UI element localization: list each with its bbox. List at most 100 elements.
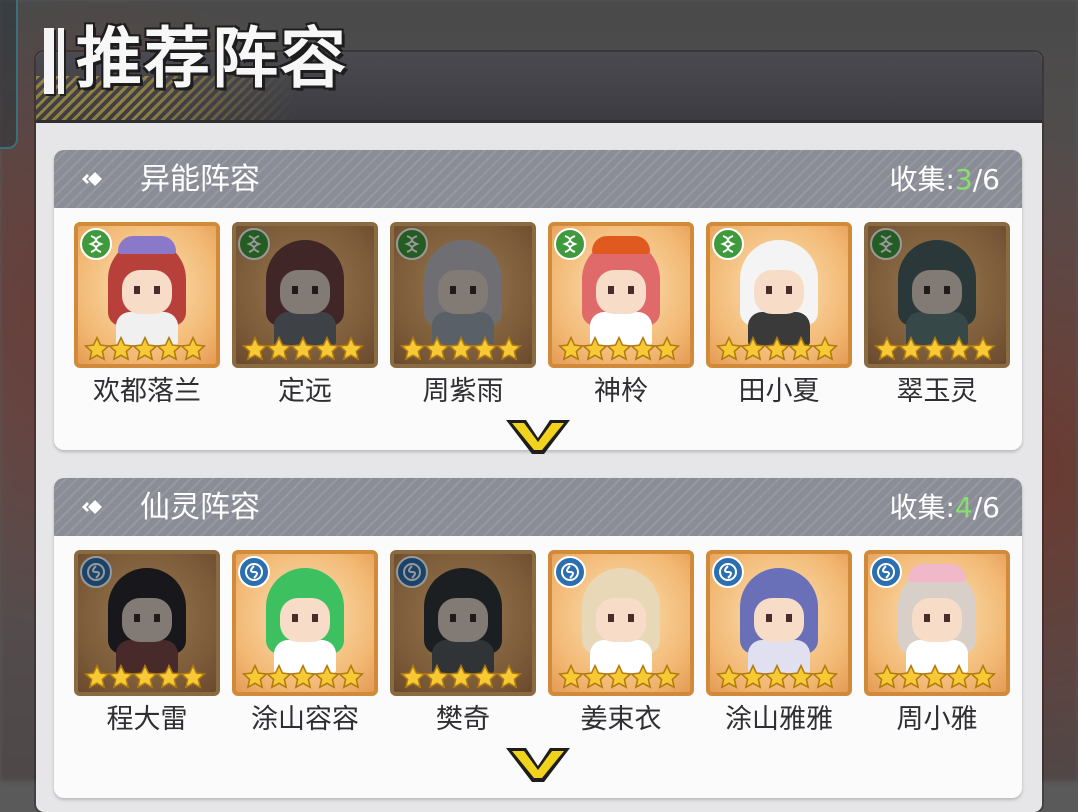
hero-portrait: [570, 236, 672, 346]
hero-eye: [450, 286, 456, 294]
star-icon: [921, 663, 949, 690]
hero-card[interactable]: [232, 222, 378, 368]
hero-eye: [312, 614, 318, 622]
star-icon: [653, 335, 681, 362]
spirit-swirl-icon: [870, 556, 902, 588]
dna-icon: [238, 228, 270, 260]
star-icon: [313, 663, 341, 690]
star-icon: [787, 663, 815, 690]
star-icon: [337, 335, 365, 362]
hero-eye: [786, 614, 792, 622]
hero-face: [912, 598, 962, 642]
hero-eye: [450, 614, 456, 622]
star-icon: [265, 335, 293, 362]
hero-card[interactable]: [706, 550, 852, 696]
star-icon: [715, 663, 743, 690]
hero-name: 涂山雅雅: [725, 704, 833, 735]
hero-eye: [628, 286, 634, 294]
star-icon: [605, 663, 633, 690]
section-title: 仙灵阵容: [140, 490, 260, 525]
hero-face: [754, 270, 804, 314]
hero-card-row: 程大雷 涂山容容 樊奇 姜束衣 涂山雅雅 周小雅: [54, 536, 1022, 736]
hero-eye: [924, 614, 930, 622]
spirit-swirl-icon: [554, 556, 586, 588]
hero-headwear: [908, 564, 966, 582]
spirit-swirl-icon: [238, 556, 270, 588]
star-rating: [715, 662, 846, 690]
diamond-arrow-icon: [80, 164, 110, 194]
hero-eye: [924, 286, 930, 294]
hero-card[interactable]: [864, 222, 1010, 368]
collection-count: 收集:3/6: [889, 160, 1000, 200]
hero-card[interactable]: [864, 550, 1010, 696]
hero-card[interactable]: [74, 222, 220, 368]
star-rating: [557, 334, 688, 362]
star-icon: [945, 335, 973, 362]
star-icon: [399, 335, 427, 362]
star-icon: [787, 335, 815, 362]
star-icon: [131, 663, 159, 690]
dna-icon: [870, 228, 902, 260]
star-icon: [945, 663, 973, 690]
hero-face: [438, 270, 488, 314]
hero-card[interactable]: [390, 550, 536, 696]
star-rating: [241, 334, 372, 362]
star-icon: [399, 663, 427, 690]
collection-total: /6: [972, 491, 1000, 524]
hero-name: 周紫雨: [422, 376, 504, 407]
hero-card[interactable]: [548, 222, 694, 368]
hero-portrait: [886, 564, 988, 674]
dna-icon: [712, 228, 744, 260]
side-tab-edge[interactable]: [0, 0, 18, 149]
hero-name: 田小夏: [738, 376, 820, 407]
hero-card[interactable]: [390, 222, 536, 368]
star-icon: [107, 335, 135, 362]
hero-card[interactable]: [706, 222, 852, 368]
page-title: 推荐阵容: [76, 20, 348, 97]
collection-total: /6: [972, 163, 1000, 196]
hero-name: 程大雷: [106, 704, 188, 735]
star-icon: [605, 335, 633, 362]
hero-eye: [470, 614, 476, 622]
star-icon: [739, 663, 767, 690]
hero-face: [596, 270, 646, 314]
star-icon: [811, 663, 839, 690]
hero-eye: [134, 286, 140, 294]
hero-eye: [608, 286, 614, 294]
hero-portrait: [728, 236, 830, 346]
star-icon: [581, 335, 609, 362]
hero-face: [122, 270, 172, 314]
star-icon: [289, 663, 317, 690]
hero-name: 神柃: [594, 376, 648, 407]
collection-label: 收集:: [889, 491, 955, 524]
star-icon: [107, 663, 135, 690]
hero-eye: [766, 614, 772, 622]
section-title: 异能阵容: [140, 162, 260, 197]
hero-card[interactable]: [548, 550, 694, 696]
hero-card[interactable]: [232, 550, 378, 696]
hero-eye: [312, 286, 318, 294]
star-icon: [179, 663, 207, 690]
star-icon: [83, 335, 111, 362]
dna-icon: [80, 228, 112, 260]
star-icon: [715, 335, 743, 362]
expand-chevron-icon[interactable]: [504, 746, 572, 784]
hero-card[interactable]: [74, 550, 220, 696]
star-icon: [873, 663, 901, 690]
hero-eye: [944, 614, 950, 622]
star-rating: [715, 334, 846, 362]
star-icon: [557, 335, 585, 362]
star-icon: [241, 335, 269, 362]
collected-number: 4: [954, 491, 973, 524]
hero-portrait: [254, 236, 356, 346]
hero-name: 欢都落兰: [93, 376, 201, 407]
star-icon: [447, 335, 475, 362]
star-icon: [447, 663, 475, 690]
star-rating: [873, 334, 1004, 362]
hero-name: 樊奇: [436, 704, 490, 735]
star-icon: [471, 663, 499, 690]
expand-chevron-icon[interactable]: [504, 418, 572, 456]
hero-face: [912, 270, 962, 314]
hero-eye: [608, 614, 614, 622]
star-icon: [471, 335, 499, 362]
